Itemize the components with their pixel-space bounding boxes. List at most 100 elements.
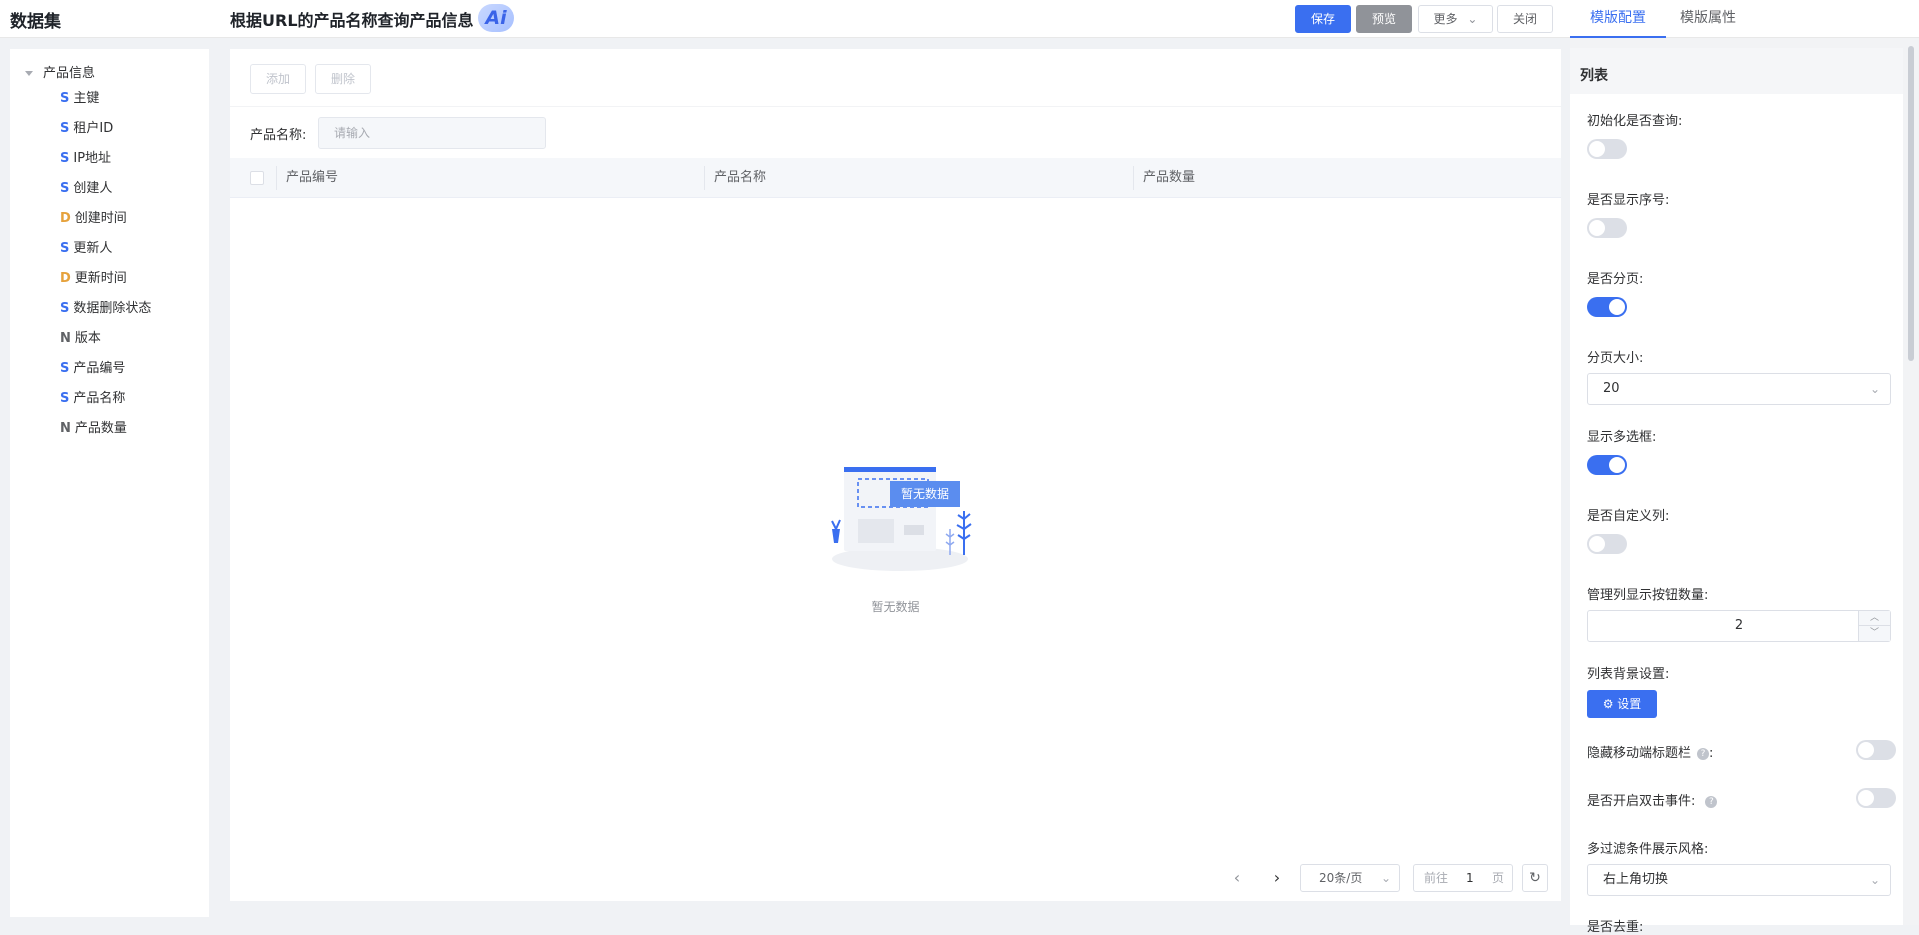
field-type-badge: D (60, 271, 71, 286)
tree-item[interactable]: S 产品编号 (60, 357, 125, 376)
tree-item[interactable]: S 数据删除状态 (60, 297, 151, 316)
tree-item[interactable]: D 更新时间 (60, 267, 127, 286)
tab-template-properties[interactable]: 模版属性 (1680, 0, 1760, 38)
tree-item[interactable]: S 更新人 (60, 237, 112, 256)
save-button[interactable]: 保存 (1295, 5, 1351, 33)
tree-item-label: 产品名称 (73, 391, 126, 406)
manage-btn-count-label: 管理列显示按钮数量: (1587, 588, 1709, 603)
tree-item[interactable]: S 主键 (60, 87, 99, 106)
tree-item-label: 更新人 (73, 241, 113, 256)
tree-root-label: 产品信息 (43, 66, 96, 81)
brand-title: 数据集 (10, 12, 61, 32)
dblclick-label: 是否开启双击事件:? (1587, 790, 1718, 809)
column-header[interactable]: 产品名称 (714, 158, 766, 198)
chevron-up-icon[interactable]: ︿ (1859, 611, 1890, 626)
page-size-label: 分页大小: (1587, 351, 1644, 366)
field-type-badge: S (60, 391, 70, 406)
caret-down-icon[interactable] (25, 71, 33, 76)
ai-assistant-button[interactable]: Ai (478, 4, 514, 32)
filter-style-label: 多过滤条件展示风格: (1587, 842, 1709, 857)
paginate-switch[interactable] (1587, 297, 1627, 317)
column-header[interactable]: 产品编号 (286, 158, 338, 198)
stepper-arrows[interactable]: ︿ ﹀ (1858, 611, 1890, 641)
prev-page-icon[interactable]: ‹ (1227, 864, 1247, 892)
hide-mobile-title-switch[interactable] (1856, 740, 1896, 760)
page-size-select[interactable]: 20 ⌄ (1587, 373, 1891, 405)
page-title: 根据URL的产品名称查询产品信息 (230, 11, 474, 30)
field-type-badge: S (60, 301, 70, 316)
product-name-filter-input[interactable]: 请输入 (318, 117, 546, 149)
manage-btn-count-value: 2 (1734, 618, 1744, 633)
goto-page-box[interactable]: 前往 1 页 (1413, 864, 1513, 892)
top-bar: 数据集 根据URL的产品名称查询产品信息 Ai 保存 预览 更多 ⌄ 关闭 模版… (0, 0, 1919, 38)
field-type-badge: N (60, 331, 71, 346)
list-preview-canvas: 添加 删除 产品名称: 请输入 产品编号 产品名称 产品数量 暂无数据 暂无数据… (230, 49, 1561, 901)
field-type-badge: S (60, 121, 70, 136)
tree-item[interactable]: S IP地址 (60, 147, 111, 166)
multi-select-label: 显示多选框: (1587, 430, 1657, 445)
bg-setting-label: 列表背景设置: (1587, 667, 1670, 682)
field-type-badge: S (60, 151, 70, 166)
bg-setting-button[interactable]: ⚙ 设置 (1587, 690, 1657, 718)
dedupe-label: 是否去重: (1587, 920, 1644, 935)
tree-item[interactable]: N 产品数量 (60, 417, 127, 436)
show-index-switch[interactable] (1587, 218, 1627, 238)
more-label: 更多 (1433, 12, 1458, 26)
chevron-down-icon[interactable]: ﹀ (1859, 626, 1890, 640)
config-panel: 列表 初始化是否查询: 是否显示序号: 是否分页: 分页大小: 20 ⌄ 显示多… (1570, 38, 1919, 935)
page-size-value: 20条/页 (1319, 871, 1363, 885)
help-icon[interactable]: ? (1705, 795, 1718, 808)
panel-scrollbar[interactable] (1908, 46, 1914, 361)
tab-template-config[interactable]: 模版配置 (1570, 0, 1666, 38)
show-index-label: 是否显示序号: (1587, 193, 1670, 208)
field-type-badge: S (60, 181, 70, 196)
preview-button[interactable]: 预览 (1356, 5, 1412, 33)
dataset-tree-panel: 产品信息 S 主键 S 租户ID S IP地址 S 创建人 D 创建时间 S 更新人 D 更新… (10, 49, 209, 917)
tree-item-label: 更新时间 (74, 271, 127, 286)
next-page-icon[interactable]: › (1267, 864, 1287, 892)
filter-label: 产品名称: (250, 128, 307, 143)
tree-item[interactable]: S 创建人 (60, 177, 112, 196)
tree-item[interactable]: S 产品名称 (60, 387, 125, 406)
tree-root-product-info[interactable]: 产品信息 (25, 62, 95, 81)
bg-setting-button-label: 设置 (1617, 697, 1642, 711)
init-query-switch[interactable] (1587, 139, 1627, 159)
manage-btn-count-stepper[interactable]: 2 ︿ ﹀ (1587, 610, 1891, 642)
empty-illustration-icon (831, 467, 972, 571)
delete-button[interactable]: 删除 (315, 64, 371, 94)
hide-mobile-title-colon: : (1709, 746, 1714, 761)
goto-prefix: 前往 (1424, 871, 1449, 885)
goto-page-input[interactable]: 1 (1466, 865, 1474, 891)
help-icon[interactable]: ? (1697, 747, 1710, 760)
add-button[interactable]: 添加 (250, 64, 306, 94)
empty-badge-text: 暂无数据 (900, 487, 949, 501)
tree-item-label: 租户ID (73, 121, 114, 136)
tree-item-label: 产品编号 (73, 361, 126, 376)
tree-item-label: 创建时间 (74, 211, 127, 226)
empty-state-text: 暂无数据 (871, 600, 920, 614)
page-size-select[interactable]: 20条/页 ⌄ (1300, 864, 1400, 892)
paginate-label: 是否分页: (1587, 272, 1644, 287)
chevron-down-icon: ⌄ (1869, 382, 1880, 396)
tree-item-label: 创建人 (73, 181, 113, 196)
filter-style-value: 右上角切换 (1603, 872, 1669, 887)
goto-suffix: 页 (1492, 871, 1505, 885)
select-all-checkbox[interactable] (250, 171, 264, 185)
custom-columns-switch[interactable] (1587, 534, 1627, 554)
config-form: 初始化是否查询: 是否显示序号: 是否分页: 分页大小: 20 ⌄ 显示多选框:… (1570, 94, 1903, 935)
column-header[interactable]: 产品数量 (1143, 158, 1195, 198)
chevron-down-icon: ⌄ (1467, 12, 1478, 26)
more-dropdown-button[interactable]: 更多 ⌄ (1418, 5, 1493, 33)
section-title: 列表 (1580, 58, 1900, 94)
tree-item[interactable]: N 版本 (60, 327, 101, 346)
close-button[interactable]: 关闭 (1497, 5, 1553, 33)
filter-style-select[interactable]: 右上角切换 ⌄ (1587, 864, 1891, 896)
multi-select-switch[interactable] (1587, 455, 1627, 475)
refresh-icon[interactable]: ↻ (1522, 864, 1548, 892)
dblclick-switch[interactable] (1856, 788, 1896, 808)
chevron-down-icon: ⌄ (1869, 873, 1880, 887)
init-query-label: 初始化是否查询: (1587, 114, 1683, 129)
field-type-badge: N (60, 421, 71, 436)
tree-item[interactable]: D 创建时间 (60, 207, 127, 226)
tree-item[interactable]: S 租户ID (60, 117, 113, 136)
